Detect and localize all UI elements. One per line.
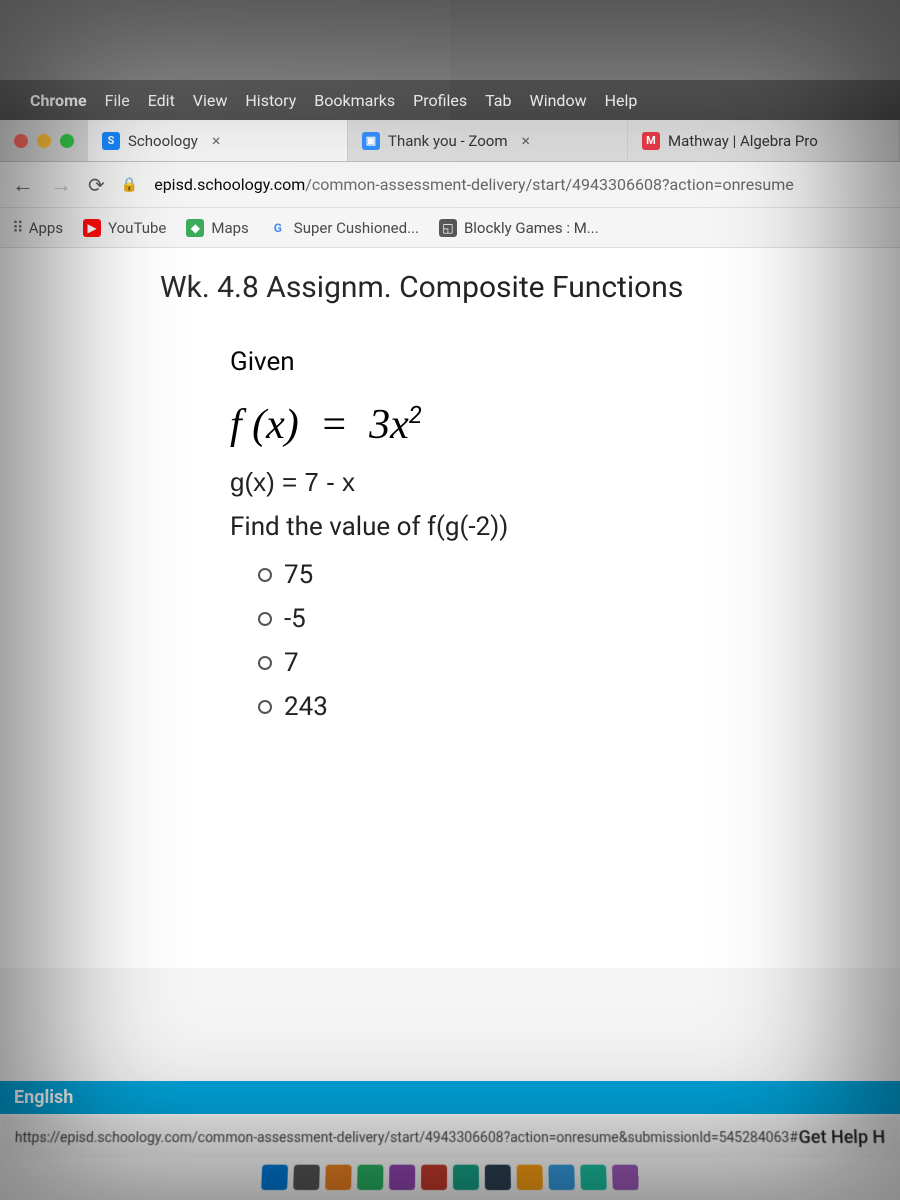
radio-icon [258, 612, 272, 626]
macos-menubar: Chrome File Edit View History Bookmarks … [0, 80, 900, 120]
taskbar-icon[interactable] [453, 1165, 479, 1190]
minimize-window-button[interactable] [37, 134, 51, 148]
reload-button[interactable]: ⟳ [88, 173, 105, 197]
blockly-icon: ◱ [439, 219, 457, 237]
back-button[interactable]: ← [12, 172, 34, 198]
taskbar-icon[interactable] [261, 1165, 288, 1190]
menu-tab[interactable]: Tab [485, 91, 511, 110]
get-help-link[interactable]: Get Help H [798, 1127, 885, 1148]
question-block: Given f (x) = 3x2 g(x) = 7 - x Find the … [160, 347, 880, 722]
formula-fx: f (x) = 3x2 [230, 401, 880, 449]
youtube-icon: ▶ [83, 219, 101, 237]
taskbar-icon[interactable] [548, 1165, 575, 1190]
google-icon: G [269, 219, 287, 237]
menu-profiles[interactable]: Profiles [413, 91, 467, 110]
close-tab-icon[interactable]: × [212, 131, 221, 150]
apps-shortcut[interactable]: ⠿ Apps [12, 218, 63, 237]
page-content: Wk. 4.8 Assignm. Composite Functions Giv… [0, 248, 900, 968]
language-bar[interactable]: English [0, 1081, 900, 1114]
zoom-favicon-icon: ▣ [362, 132, 380, 150]
tab-zoom[interactable]: ▣ Thank you - Zoom × [348, 120, 628, 161]
taskbar-icon[interactable] [612, 1165, 639, 1190]
radio-icon [258, 656, 272, 670]
radio-icon [258, 568, 272, 582]
option-b[interactable]: -5 [258, 604, 880, 634]
mathway-favicon-icon: M [642, 132, 660, 150]
menu-view[interactable]: View [193, 91, 228, 110]
bookmark-super-cushioned[interactable]: G Super Cushioned... [269, 219, 419, 237]
close-window-button[interactable] [14, 134, 28, 148]
radio-icon [258, 700, 272, 714]
formula-gx: g(x) = 7 - x [230, 467, 880, 498]
taskbar-icon[interactable] [580, 1165, 607, 1190]
windows-taskbar [0, 1161, 900, 1194]
taskbar-icon[interactable] [421, 1165, 447, 1190]
menu-window[interactable]: Window [530, 91, 587, 110]
option-a[interactable]: 75 [258, 560, 880, 590]
menu-app[interactable]: Chrome [30, 91, 87, 110]
given-label: Given [230, 347, 880, 377]
bookmark-maps[interactable]: ◆ Maps [186, 219, 248, 237]
menu-file[interactable]: File [105, 91, 130, 110]
browser-tab-strip: S Schoology × ▣ Thank you - Zoom × M Mat… [0, 120, 900, 162]
tab-title: Schoology [128, 132, 198, 150]
answer-options: 75 -5 7 243 [230, 560, 880, 722]
assignment-title: Wk. 4.8 Assignm. Composite Functions [160, 270, 880, 305]
menu-history[interactable]: History [245, 91, 296, 110]
taskbar-icon[interactable] [389, 1165, 415, 1190]
bookmark-youtube[interactable]: ▶ YouTube [83, 219, 166, 237]
bookmarks-bar: ⠿ Apps ▶ YouTube ◆ Maps G Super Cushione… [0, 208, 900, 248]
tab-title: Thank you - Zoom [388, 132, 507, 150]
tab-schoology[interactable]: S Schoology × [88, 120, 348, 161]
menu-bookmarks[interactable]: Bookmarks [314, 91, 395, 110]
taskbar-icon[interactable] [325, 1165, 352, 1190]
menu-edit[interactable]: Edit [148, 91, 175, 110]
schoology-favicon-icon: S [102, 132, 120, 150]
tab-mathway[interactable]: M Mathway | Algebra Pro [628, 120, 900, 161]
taskbar-icon[interactable] [293, 1165, 320, 1190]
status-bar: https://episd.schoology.com/common-asses… [0, 1117, 900, 1158]
apps-grid-icon: ⠿ [12, 218, 22, 237]
lock-icon[interactable]: 🔒 [121, 177, 138, 193]
option-c[interactable]: 7 [258, 648, 880, 678]
option-d[interactable]: 243 [258, 692, 880, 722]
window-controls [0, 134, 88, 148]
menu-help[interactable]: Help [605, 91, 638, 110]
taskbar-icon[interactable] [357, 1165, 383, 1190]
close-tab-icon[interactable]: × [521, 131, 530, 150]
bookmark-blockly[interactable]: ◱ Blockly Games : M... [439, 219, 599, 237]
tab-title: Mathway | Algebra Pro [668, 132, 818, 150]
url-field[interactable]: episd.schoology.com/common-assessment-de… [154, 175, 888, 194]
taskbar-icon[interactable] [517, 1165, 543, 1190]
maps-icon: ◆ [186, 219, 204, 237]
find-prompt: Find the value of f(g(-2)) [230, 512, 880, 542]
forward-button[interactable]: → [50, 172, 72, 198]
address-bar: ← → ⟳ 🔒 episd.schoology.com/common-asses… [0, 162, 900, 208]
status-url: https://episd.schoology.com/common-asses… [14, 1130, 798, 1146]
maximize-window-button[interactable] [60, 134, 74, 148]
taskbar-icon[interactable] [485, 1165, 511, 1190]
